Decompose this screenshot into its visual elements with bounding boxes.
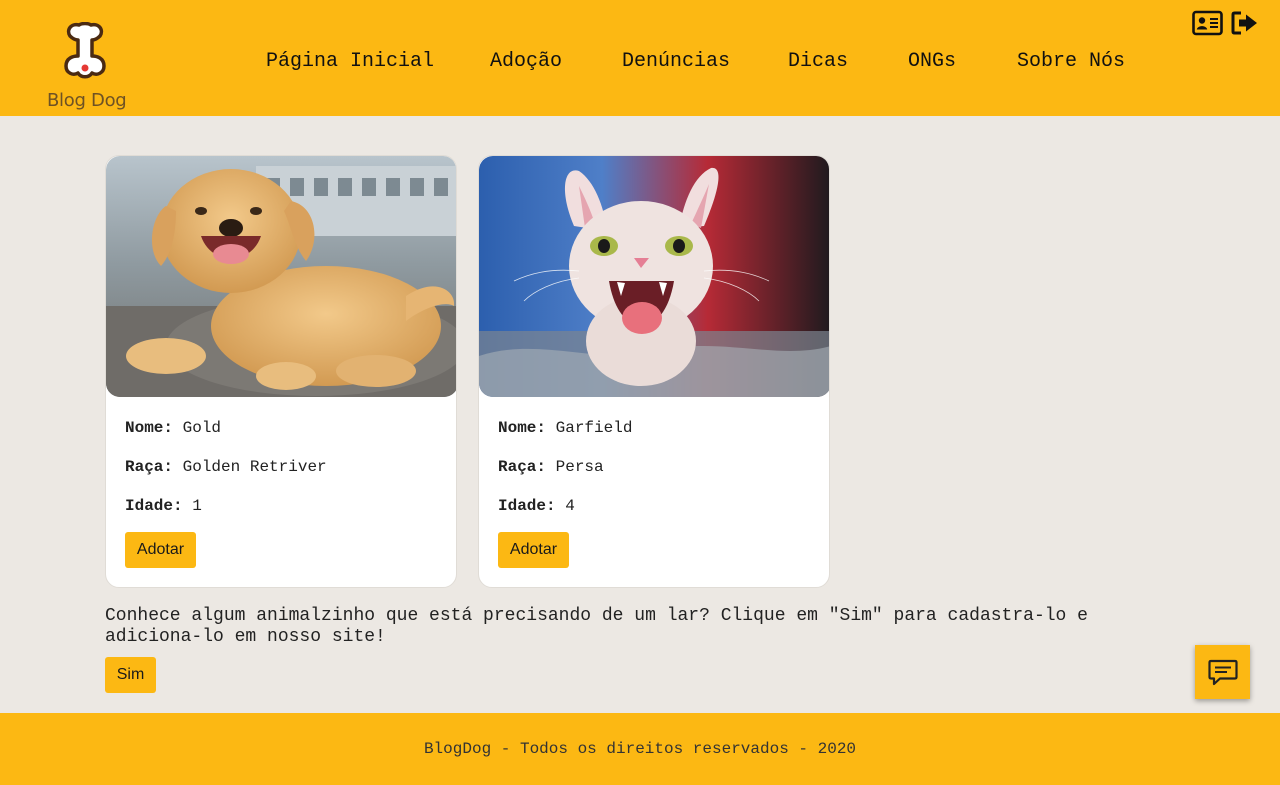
register-pet-prompt: Conhece algum animalzinho que está preci… <box>105 606 1088 647</box>
pet-photo <box>479 156 829 397</box>
nav-ongs[interactable]: ONGs <box>908 50 956 73</box>
nav-dicas[interactable]: Dicas <box>788 50 848 73</box>
golden-retriever-puppy-photo <box>106 156 456 397</box>
adotar-button[interactable]: Adotar <box>498 532 569 568</box>
nav-pagina-inicial[interactable]: Página Inicial <box>266 50 434 73</box>
pet-nome: Nome: Garfield <box>498 419 633 437</box>
blogdog-logo[interactable]: Blog Dog <box>44 22 132 114</box>
sign-out-icon[interactable] <box>1231 10 1259 41</box>
pet-photo <box>106 156 456 397</box>
bone-logo-icon <box>64 22 106 79</box>
sim-button[interactable]: Sim <box>105 657 156 693</box>
pet-idade: Idade: 1 <box>125 497 202 515</box>
pet-raca: Raça: Persa <box>498 458 604 476</box>
site-header: Blog Dog Página Inicial Adoção Denúncias… <box>0 0 1280 116</box>
pet-nome: Nome: Gold <box>125 419 222 437</box>
chat-button[interactable] <box>1195 645 1250 699</box>
footer-copyright: BlogDog - Todos os direitos reservados -… <box>423 740 857 758</box>
nav-adocao[interactable]: Adoção <box>490 50 562 73</box>
pet-idade: Idade: 4 <box>498 497 575 515</box>
nav-denuncias[interactable]: Denúncias <box>622 50 730 73</box>
id-card-icon[interactable] <box>1192 10 1223 41</box>
pet-card: Nome: Gold Raça: Golden Retriver Idade: … <box>105 155 457 588</box>
adotar-button[interactable]: Adotar <box>125 532 196 568</box>
nav-sobre-nos[interactable]: Sobre Nós <box>1017 50 1125 73</box>
pet-raca: Raça: Golden Retriver <box>125 458 327 476</box>
pet-card: Nome: Garfield Raça: Persa Idade: 4 Adot… <box>478 155 830 588</box>
brand-name: Blog Dog <box>47 90 127 111</box>
chat-icon <box>1207 659 1238 686</box>
sphynx-cat-photo <box>479 156 829 397</box>
site-footer: BlogDog - Todos os direitos reservados -… <box>0 713 1280 785</box>
